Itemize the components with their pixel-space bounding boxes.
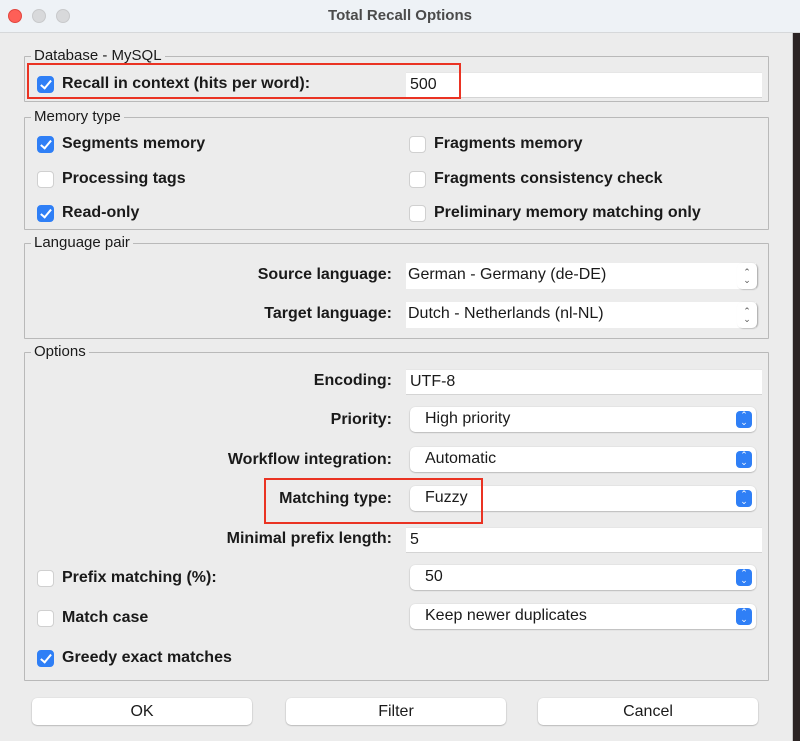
background-desktop [793, 0, 800, 741]
highlight-recall-in-context [27, 63, 461, 99]
encoding-label: Encoding: [313, 372, 392, 389]
preliminary-memory-matching-checkbox[interactable] [409, 205, 426, 222]
updown-chevron-icon: ⌃ ⌄ [736, 451, 752, 468]
processing-tags-label: Processing tags [62, 170, 186, 187]
processing-tags-checkbox[interactable] [37, 171, 54, 188]
ok-button[interactable]: OK [32, 698, 252, 725]
match-case-label: Match case [62, 609, 149, 626]
workflow-integration-label: Workflow integration: [227, 451, 392, 468]
segments-memory-checkbox[interactable] [37, 136, 54, 153]
updown-chevron-icon: ⌃ ⌄ [737, 302, 757, 328]
options-group-label: Options [31, 343, 89, 361]
encoding-value: UTF-8 [410, 373, 456, 390]
updown-chevron-icon: ⌃ ⌄ [737, 263, 757, 289]
duplicates-select[interactable]: Keep newer duplicates ⌃ ⌄ [410, 604, 756, 629]
memory-type-group-label: Memory type [31, 108, 124, 126]
fragments-consistency-check-checkbox[interactable] [409, 171, 426, 188]
preliminary-memory-matching-label: Preliminary memory matching only [434, 204, 701, 221]
fragments-consistency-check-label: Fragments consistency check [434, 170, 663, 187]
updown-chevron-icon: ⌃ ⌄ [736, 569, 752, 586]
workflow-integration-select[interactable]: Automatic ⌃ ⌄ [410, 447, 756, 472]
source-language-label: Source language: [257, 266, 392, 283]
priority-select[interactable]: High priority ⌃ ⌄ [410, 407, 756, 432]
source-language-select[interactable]: German - Germany (de-DE) ⌃ ⌄ [406, 263, 757, 289]
fragments-memory-label: Fragments memory [434, 135, 583, 152]
language-pair-group-label: Language pair [31, 234, 133, 252]
prefix-matching-select[interactable]: 50 ⌃ ⌄ [410, 565, 756, 590]
target-language-value: Dutch - Netherlands (nl-NL) [408, 305, 604, 322]
read-only-label: Read-only [62, 204, 140, 221]
updown-chevron-icon: ⌃ ⌄ [736, 411, 752, 428]
read-only-checkbox[interactable] [37, 205, 54, 222]
workflow-integration-value: Automatic [425, 450, 497, 467]
window-title: Total Recall Options [328, 7, 472, 24]
prefix-matching-checkbox[interactable] [37, 570, 54, 587]
prefix-matching-value: 50 [425, 568, 443, 585]
cancel-button[interactable]: Cancel [538, 698, 758, 725]
duplicates-value: Keep newer duplicates [425, 607, 587, 624]
highlight-matching-type [264, 478, 483, 524]
fragments-memory-checkbox[interactable] [409, 136, 426, 153]
segments-memory-label: Segments memory [62, 135, 206, 152]
title-bar: Total Recall Options [0, 0, 800, 33]
target-language-select[interactable]: Dutch - Netherlands (nl-NL) ⌃ ⌄ [406, 302, 757, 328]
prefix-matching-label: Prefix matching (%): [62, 569, 217, 586]
minimal-prefix-length-value: 5 [410, 531, 419, 548]
encoding-input[interactable]: UTF-8 [406, 369, 762, 395]
minimal-prefix-length-label: Minimal prefix length: [226, 530, 392, 547]
priority-label: Priority: [330, 411, 392, 428]
updown-chevron-icon: ⌃ ⌄ [736, 608, 752, 625]
greedy-exact-matches-label: Greedy exact matches [62, 649, 232, 666]
source-language-value: German - Germany (de-DE) [408, 266, 607, 283]
priority-value: High priority [425, 410, 511, 427]
minimal-prefix-length-input[interactable]: 5 [406, 527, 762, 553]
filter-button[interactable]: Filter [286, 698, 506, 725]
match-case-checkbox[interactable] [37, 610, 54, 627]
updown-chevron-icon: ⌃ ⌄ [736, 490, 752, 507]
target-language-label: Target language: [264, 305, 392, 322]
greedy-exact-matches-checkbox[interactable] [37, 650, 54, 667]
